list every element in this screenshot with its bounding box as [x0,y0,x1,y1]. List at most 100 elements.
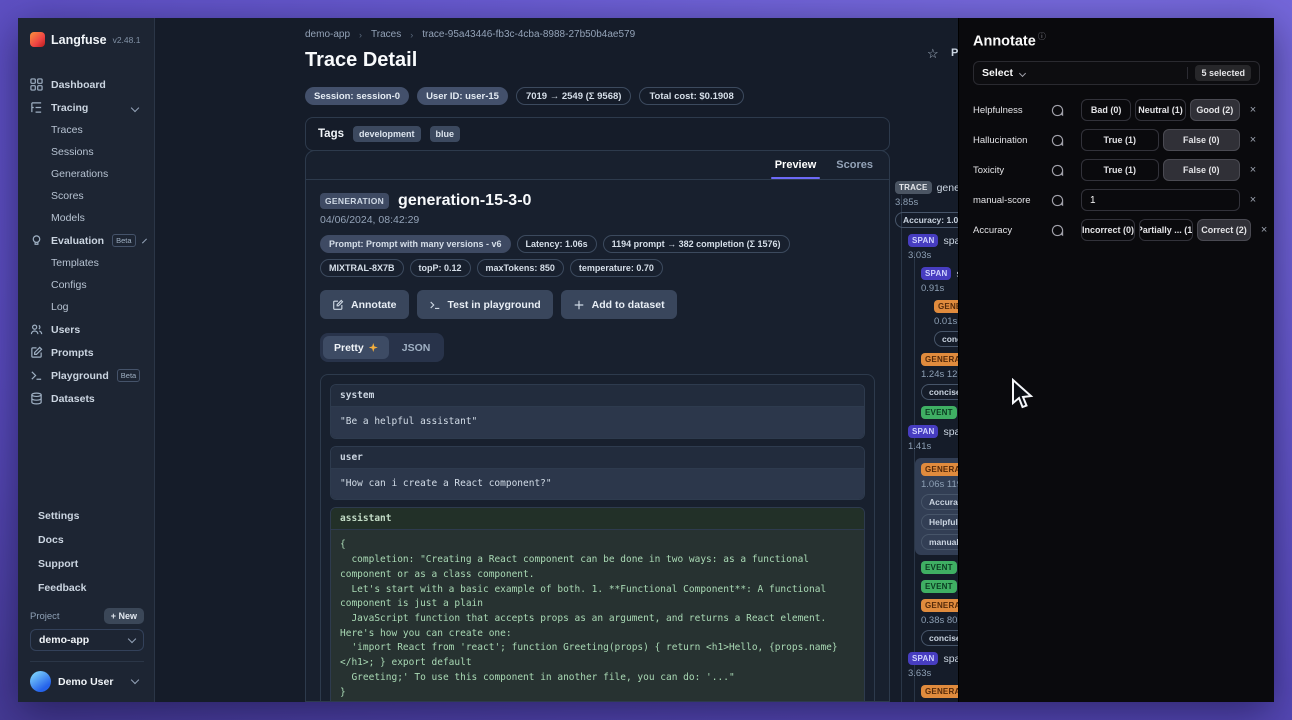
messages-container: system "Be a helpful assistant" user "Ho… [320,374,875,702]
remove-score-icon[interactable]: × [1257,224,1271,236]
tab-preview[interactable]: Preview [775,151,817,179]
edit-icon [30,346,43,359]
tree-item-duration: 0.38s [921,615,944,626]
pretty-toggle[interactable]: Pretty [323,336,389,359]
score-label: Accuracy [973,225,1045,236]
sparkle-icon [369,343,378,352]
option-true[interactable]: True (1) [1081,129,1159,151]
sidebar-item-templates[interactable]: Templates [30,252,144,274]
sidebar-item-label: Feedback [38,582,86,594]
comment-icon[interactable] [1051,164,1064,177]
tag-blue[interactable]: blue [430,126,461,142]
user-id-badge[interactable]: User ID: user-15 [417,87,508,105]
sidebar-item-evaluation[interactable]: Evaluation Beta [30,229,144,252]
sidebar-item-log[interactable]: Log [30,296,144,318]
user-name: Demo User [58,676,113,688]
sidebar-item-configs[interactable]: Configs [30,274,144,296]
tab-scores[interactable]: Scores [836,151,873,179]
manual-score-input[interactable] [1081,189,1240,211]
json-toggle[interactable]: JSON [391,336,442,359]
remove-score-icon[interactable]: × [1246,194,1260,206]
comment-icon[interactable] [1051,134,1064,147]
sidebar-item-tracing[interactable]: Tracing [30,96,144,119]
sidebar-item-generations[interactable]: Generations [30,163,144,185]
prompt-chip[interactable]: Prompt: Prompt with many versions - v6 [320,235,511,253]
option-good-selected[interactable]: Good (2) [1190,99,1240,121]
remove-score-icon[interactable]: × [1246,134,1260,146]
beta-badge: Beta [112,234,135,247]
option-correct-selected[interactable]: Correct (2) [1197,219,1251,241]
sidebar-item-label: Playground [51,370,109,382]
breadcrumb-traces[interactable]: Traces [371,29,401,40]
option-false-selected[interactable]: False (0) [1163,159,1241,181]
sidebar-item-scores[interactable]: Scores [30,185,144,207]
selected-count-badge: 5 selected [1195,65,1251,81]
terminal-icon [30,369,43,382]
annotate-button[interactable]: Annotate [320,290,409,319]
sidebar-item-label: Log [51,301,69,313]
breadcrumb-trace-id[interactable]: trace-95a43446-fb3c-4cba-8988-27b50b4ae5… [422,29,635,40]
sidebar-item-datasets[interactable]: Datasets [30,387,144,410]
topp-chip: topP: 0.12 [410,259,471,277]
remove-score-icon[interactable]: × [1246,164,1260,176]
star-icon[interactable]: ☆ [927,46,939,62]
message-content: "Be a helpful assistant" [331,407,864,438]
sidebar-item-feedback[interactable]: Feedback [30,576,144,600]
session-badge[interactable]: Session: session-0 [305,87,409,105]
lightbulb-icon [30,234,43,247]
sidebar: Langfuse v2.48.1 Dashboard Tracing Trace… [18,18,155,702]
divider [1187,67,1188,79]
sidebar-item-docs[interactable]: Docs [30,528,144,552]
comment-icon[interactable] [1051,194,1064,207]
option-bad[interactable]: Bad (0) [1081,99,1131,121]
model-chip: MIXTRAL-8X7B [320,259,404,277]
avatar [30,671,51,692]
brand-name: Langfuse [51,33,107,47]
sidebar-item-label: Settings [38,510,79,522]
annotate-button-label: Annotate [351,299,397,311]
test-in-playground-button[interactable]: Test in playground [417,290,553,319]
dataset-button-label: Add to dataset [592,299,665,311]
score-label: Helpfulness [973,105,1045,116]
comment-icon[interactable] [1051,224,1064,237]
annotate-title: Annotate [973,33,1036,49]
json-label: JSON [402,342,431,354]
option-false-selected[interactable]: False (0) [1163,129,1241,151]
sidebar-item-settings[interactable]: Settings [30,504,144,528]
project-name: demo-app [39,634,89,646]
sidebar-item-prompts[interactable]: Prompts [30,341,144,364]
sidebar-item-label: Prompts [51,347,94,359]
tags-card: Tags development blue [305,117,890,151]
plus-icon [573,299,585,311]
option-partially[interactable]: Partially ... (1) [1139,219,1193,241]
option-neutral[interactable]: Neutral (1) [1135,99,1185,121]
breadcrumb-project[interactable]: demo-app [305,29,350,40]
token-chip: 1194 prompt → 382 completion (Σ 1576) [603,235,790,253]
comment-icon[interactable] [1051,104,1064,117]
score-label: manual-score [973,195,1045,206]
option-incorrect[interactable]: Incorrect (0) [1081,219,1135,241]
sidebar-item-sessions[interactable]: Sessions [30,141,144,163]
user-menu[interactable]: Demo User [30,661,144,692]
sidebar-item-models[interactable]: Models [30,207,144,229]
observation-timestamp: 04/06/2024, 08:42:29 [320,214,875,226]
sidebar-item-traces[interactable]: Traces [30,119,144,141]
tag-development[interactable]: development [353,126,421,142]
remove-score-icon[interactable]: × [1246,104,1260,116]
message-role: assistant [331,508,864,530]
sidebar-item-support[interactable]: Support [30,552,144,576]
message-role: user [331,447,864,469]
annotation-row-accuracy: Accuracy Incorrect (0) Partially ... (1)… [973,219,1260,241]
span-badge: SPAN [921,267,951,280]
user-message: user "How can i create a React component… [330,446,865,501]
option-true[interactable]: True (1) [1081,159,1159,181]
sidebar-item-playground[interactable]: Playground Beta [30,364,144,387]
sidebar-item-users[interactable]: Users [30,318,144,341]
sidebar-item-dashboard[interactable]: Dashboard [30,73,144,96]
score-select-dropdown[interactable]: Select 5 selected [973,61,1260,85]
beta-badge: Beta [117,369,140,382]
event-badge: EVENT [921,406,957,419]
add-to-dataset-button[interactable]: Add to dataset [561,290,677,319]
project-selector[interactable]: demo-app [30,629,144,651]
new-project-button[interactable]: + New [104,608,144,624]
